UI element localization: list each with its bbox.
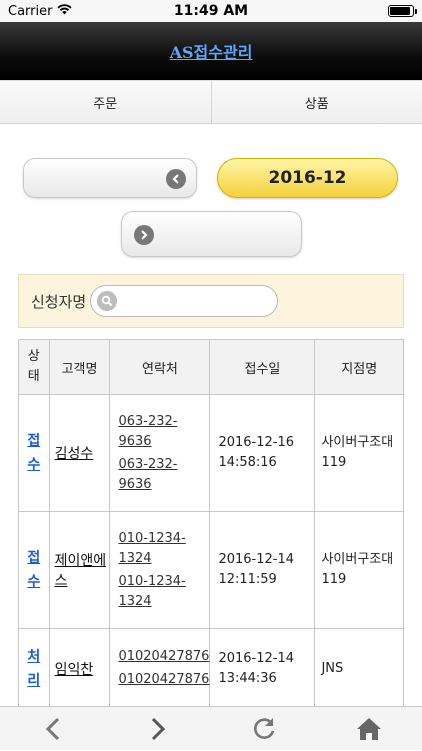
- header-customer: 고객명: [49, 340, 110, 395]
- header-contact: 연락처: [110, 340, 210, 395]
- customer-link[interactable]: 김성수: [55, 446, 94, 462]
- date-cell: 2016-12-14 12:11:59: [210, 512, 315, 629]
- phone-link[interactable]: 063-232-9636: [118, 412, 209, 452]
- search-icon: [97, 291, 117, 311]
- header-date: 접수일: [210, 340, 315, 395]
- search-label: 신청자명: [31, 291, 86, 312]
- status-cell: 접 수: [19, 512, 50, 629]
- home-icon[interactable]: [339, 707, 399, 751]
- customer-cell: 임익찬: [49, 629, 110, 709]
- branch-cell: 사이버구조대 119: [315, 512, 404, 629]
- phone-link[interactable]: 063-232-9636: [118, 455, 209, 495]
- prev-month-button[interactable]: [23, 158, 197, 198]
- search-panel: 신청자명: [18, 274, 404, 328]
- phone-link[interactable]: 01020427876: [118, 647, 209, 667]
- date-cell: 2016-12-16 14:58:16: [210, 395, 315, 512]
- date-cell: 2016-12-14 13:44:36: [210, 629, 315, 709]
- back-arrow-icon[interactable]: [23, 707, 83, 751]
- header-status: 상 태: [19, 340, 50, 395]
- phone-cell: 01020427876 01020427876: [110, 629, 210, 709]
- customer-link[interactable]: 임익찬: [55, 662, 94, 678]
- customer-cell: 김성수: [49, 395, 110, 512]
- tab-product[interactable]: 상품: [211, 81, 422, 123]
- status-link[interactable]: 처 리: [27, 649, 40, 689]
- tab-order[interactable]: 주문: [0, 81, 211, 123]
- page-title-link[interactable]: AS접수관리: [170, 39, 253, 63]
- next-month-button[interactable]: [121, 211, 302, 257]
- status-bar: Carrier 11:49 AM: [0, 0, 422, 22]
- branch-cell: 사이버구조대 119: [315, 395, 404, 512]
- branch-cell: JNS: [315, 629, 404, 709]
- table-row: 접 수 제이앤에스 010-1234-1324 010-1234-1324 20…: [19, 512, 404, 629]
- table-row: 접 수 김성수 063-232-9636 063-232-9636 2016-1…: [19, 395, 404, 512]
- reload-icon[interactable]: [234, 707, 294, 751]
- header-branch: 지점명: [315, 340, 404, 395]
- phone-cell: 010-1234-1324 010-1234-1324: [110, 512, 210, 629]
- chevron-left-icon: [166, 169, 186, 189]
- status-left: Carrier: [8, 4, 72, 19]
- current-month: 2016-12: [217, 158, 398, 198]
- phone-link[interactable]: 010-1234-1324: [118, 529, 209, 569]
- as-request-table: 상 태 고객명 연락처 접수일 지점명 접 수 김성수 063-232-9636…: [18, 339, 404, 709]
- search-input[interactable]: [121, 292, 271, 312]
- forward-arrow-icon[interactable]: [128, 707, 188, 751]
- carrier-label: Carrier: [8, 4, 52, 19]
- wifi-icon: [57, 4, 72, 19]
- customer-link[interactable]: 제이앤에스: [55, 553, 107, 589]
- table-row: 처 리 임익찬 01020427876 01020427876 2016-12-…: [19, 629, 404, 709]
- browser-toolbar: [0, 706, 422, 750]
- title-bar: AS접수관리: [0, 22, 422, 80]
- chevron-right-icon: [134, 225, 154, 245]
- status-link[interactable]: 접 수: [27, 433, 40, 473]
- status-link[interactable]: 접 수: [27, 550, 40, 590]
- month-nav-row: 2016-12: [23, 158, 398, 198]
- search-field[interactable]: [90, 285, 278, 317]
- phone-cell: 063-232-9636 063-232-9636: [110, 395, 210, 512]
- table-header-row: 상 태 고객명 연락처 접수일 지점명: [19, 340, 404, 395]
- phone-link[interactable]: 010-1234-1324: [118, 572, 209, 612]
- battery-icon: [388, 5, 414, 17]
- customer-cell: 제이앤에스: [49, 512, 110, 629]
- status-cell: 접 수: [19, 395, 50, 512]
- phone-link[interactable]: 01020427876: [118, 670, 209, 690]
- tab-bar: 주문 상품: [0, 80, 422, 124]
- status-cell: 처 리: [19, 629, 50, 709]
